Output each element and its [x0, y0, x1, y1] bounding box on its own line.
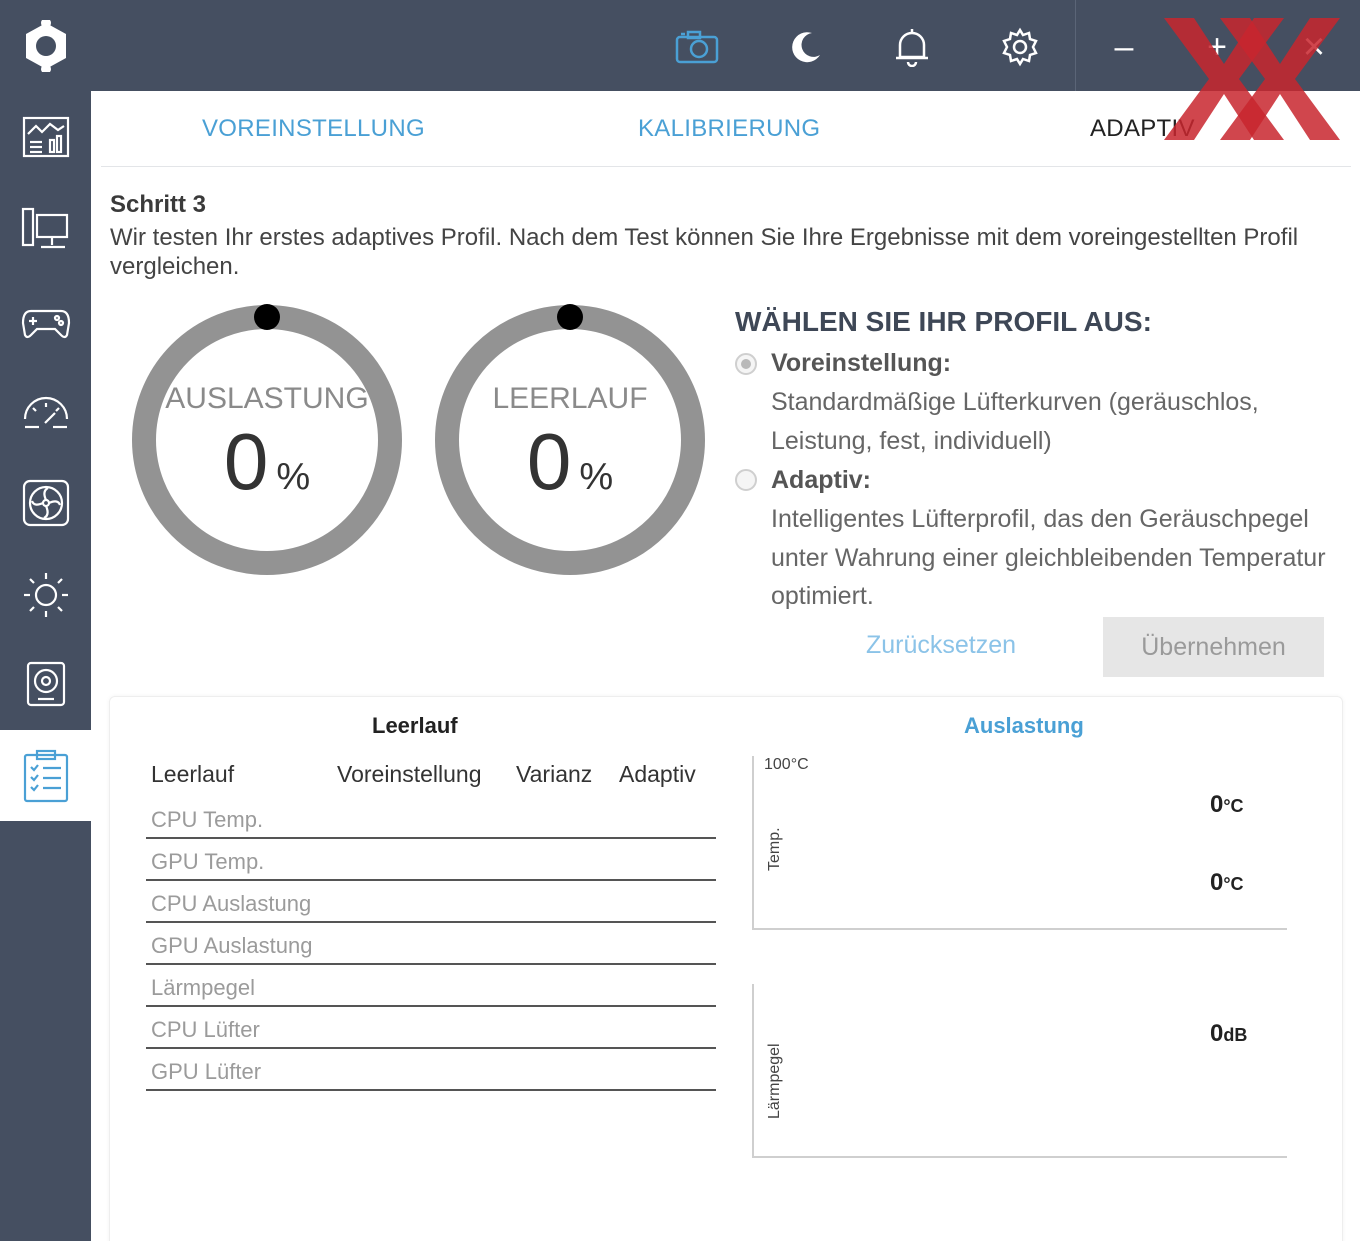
load-gauge-value: 0% — [131, 416, 403, 508]
profile-chooser-title: WÄHLEN SIE IHR PROFIL AUS: — [735, 306, 1152, 337]
speaker-icon — [26, 661, 65, 706]
camera-icon[interactable] — [670, 20, 724, 74]
sidebar-item-audio[interactable] — [0, 639, 91, 730]
table-header-leerlauf: Leerlauf — [151, 761, 235, 787]
row-label-noise: Lärmpegel — [151, 975, 255, 1000]
table-row: GPU Lüfter — [146, 1049, 716, 1091]
tab-kalibrierung[interactable]: KALIBRIERUNG — [638, 115, 820, 143]
idle-gauge-unit: % — [579, 456, 614, 498]
temperature-readout-2: 0°C — [1210, 869, 1244, 897]
load-gauge-label: AUSLASTUNG — [165, 382, 369, 415]
noise-chart — [752, 984, 1287, 1158]
minimize-button[interactable]: – — [1097, 20, 1151, 74]
sidebar-item-performance[interactable] — [0, 367, 91, 458]
table-row: GPU Auslastung — [146, 923, 716, 965]
profile-radio-voreinstellung[interactable] — [735, 353, 757, 375]
fan-icon — [22, 479, 69, 526]
step-description: Wir testen Ihr erstes adaptives Profil. … — [110, 224, 1299, 280]
moon-icon[interactable] — [779, 20, 833, 74]
sidebar-item-gaming[interactable] — [0, 276, 91, 367]
idle-gauge-label: LEERLAUF — [492, 382, 648, 415]
table-row: GPU Temp. — [146, 839, 716, 881]
temperature-readout-1: 0°C — [1210, 791, 1244, 819]
results-load-title[interactable]: Auslastung — [964, 713, 1084, 739]
table-row: CPU Temp. — [146, 797, 716, 839]
results-idle-title: Leerlauf — [372, 713, 458, 738]
profile-radio-adaptiv[interactable] — [735, 469, 757, 491]
temperature-axis-label: Temp. — [766, 827, 783, 871]
tab-voreinstellung[interactable]: VOREINSTELLUNG — [202, 115, 425, 143]
row-label-gpu-temp: GPU Temp. — [151, 849, 265, 874]
noise-readout-value: 0 — [1210, 1020, 1224, 1047]
minimize-label: – — [1114, 27, 1134, 66]
bell-icon[interactable] — [885, 20, 939, 74]
close-button[interactable]: × — [1287, 20, 1341, 74]
top-divider — [1075, 0, 1076, 91]
sidebar-item-fans[interactable] — [0, 457, 91, 548]
noise-readout-unit: dB — [1223, 1025, 1248, 1045]
close-label: × — [1302, 25, 1326, 68]
temperature-readout-2-unit: °C — [1223, 874, 1244, 894]
table-row: CPU Auslastung — [146, 881, 716, 923]
temperature-axis-max: 100°C — [764, 756, 809, 773]
tab-adaptiv[interactable]: ADAPTIV — [1090, 115, 1195, 143]
gear-icon[interactable] — [993, 20, 1047, 74]
noise-axis-label: Lärmpegel — [766, 1043, 783, 1119]
computer-icon — [21, 207, 68, 248]
load-gauge: AUSLASTUNG 0% — [131, 304, 403, 576]
main-content: VOREINSTELLUNG KALIBRIERUNG ADAPTIV Schr… — [91, 91, 1360, 1241]
sun-icon — [23, 572, 68, 617]
profile-option-title-adaptiv: Adaptiv: — [771, 466, 871, 494]
row-label-gpu-fan: GPU Lüfter — [151, 1059, 262, 1084]
apply-button[interactable]: Übernehmen — [1103, 617, 1324, 677]
table-header-varianz: Varianz — [516, 761, 593, 787]
table-header-adaptiv: Adaptiv — [619, 761, 696, 787]
load-gauge-number: 0 — [223, 417, 269, 506]
table-row: Lärmpegel — [146, 965, 716, 1007]
dashboard-icon — [22, 116, 69, 157]
profile-option-desc-adaptiv: Intelligentes Lüfterprofil, das den Gerä… — [771, 505, 1326, 610]
sidebar-item-report[interactable] — [0, 730, 91, 821]
noise-readout: 0dB — [1210, 1020, 1247, 1048]
idle-gauge: LEERLAUF 0% — [434, 304, 706, 576]
sidebar-item-dashboard[interactable] — [0, 91, 91, 182]
sidebar — [0, 91, 91, 1241]
maximize-button[interactable]: + — [1190, 20, 1244, 74]
gamepad-icon — [21, 309, 70, 338]
top-bar: – + × — [0, 0, 1360, 91]
speedometer-icon — [23, 396, 68, 428]
idle-gauge-value: 0% — [434, 416, 706, 508]
tab-bar: VOREINSTELLUNG KALIBRIERUNG ADAPTIV — [101, 91, 1351, 167]
row-label-gpu-load: GPU Auslastung — [151, 933, 313, 958]
row-label-cpu-temp: CPU Temp. — [151, 807, 264, 832]
app-logo-icon — [0, 0, 91, 91]
temperature-readout-2-value: 0 — [1210, 869, 1224, 896]
step-title: Schritt 3 — [110, 191, 207, 218]
row-label-cpu-fan: CPU Lüfter — [151, 1017, 260, 1042]
table-row: CPU Lüfter — [146, 1007, 716, 1049]
temperature-readout-1-unit: °C — [1223, 796, 1244, 816]
profile-option-title-voreinstellung: Voreinstellung: — [771, 349, 952, 377]
clipboard-checklist-icon — [23, 749, 68, 802]
idle-gauge-number: 0 — [526, 417, 572, 506]
maximize-label: + — [1207, 27, 1227, 66]
row-label-cpu-load: CPU Auslastung — [151, 891, 312, 916]
reset-button[interactable]: Zurücksetzen — [866, 631, 1016, 660]
profile-option-desc-voreinstellung: Standardmäßige Lüfterkurven (geräuschlos… — [771, 388, 1259, 455]
table-header-voreinstellung: Voreinstellung — [337, 761, 482, 787]
load-gauge-unit: % — [276, 456, 311, 498]
sidebar-item-lighting[interactable] — [0, 549, 91, 640]
temperature-readout-1-value: 0 — [1210, 791, 1224, 818]
sidebar-item-system[interactable] — [0, 183, 91, 274]
temperature-chart — [752, 756, 1287, 930]
